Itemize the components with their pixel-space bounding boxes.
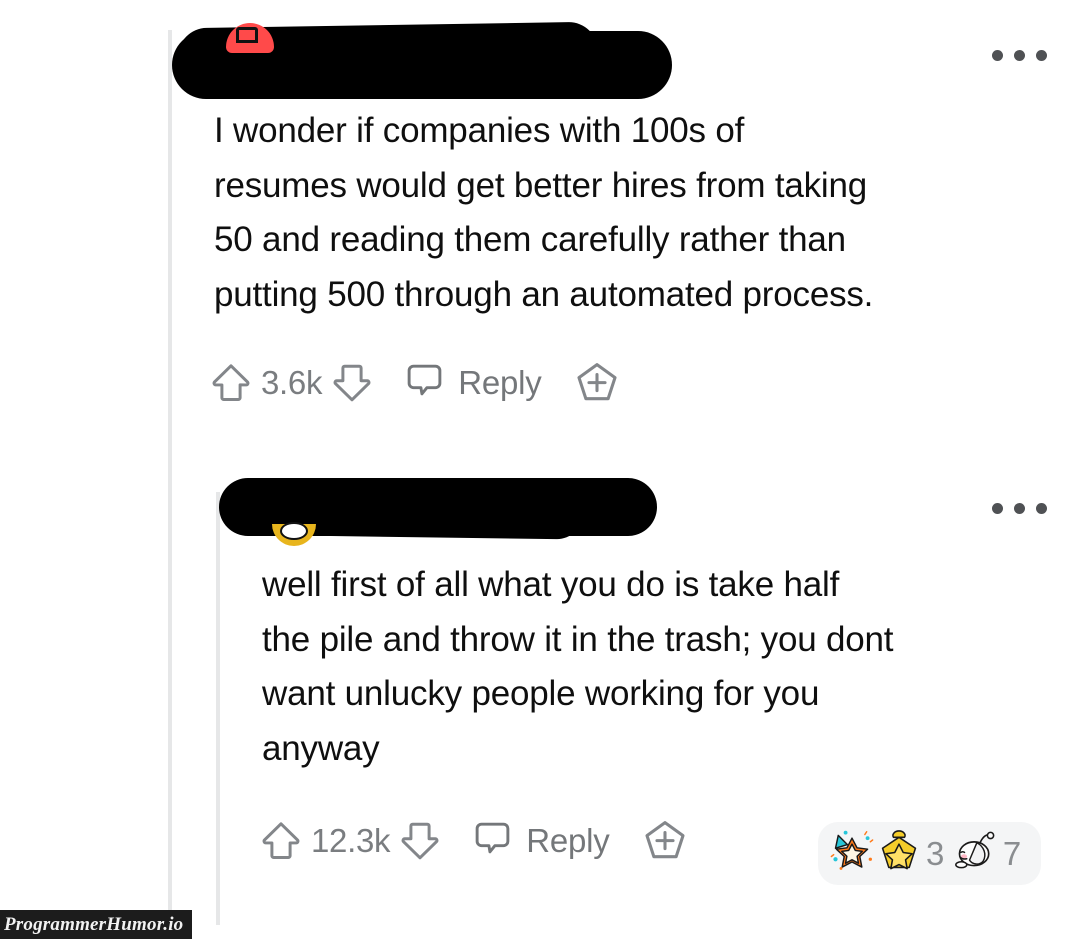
vote-group-1: 3.6k [210, 360, 373, 406]
upvote-arrow-icon[interactable] [210, 360, 252, 406]
reply-label-1: Reply [458, 364, 542, 401]
comment-score-2: 12.3k [311, 822, 391, 859]
watermark: ProgrammerHumor.io [0, 910, 193, 939]
vote-group-2: 12.3k [260, 818, 441, 864]
thread-line-inner[interactable] [216, 492, 220, 925]
downvote-arrow-icon[interactable] [331, 360, 373, 406]
reply-label-2: Reply [526, 822, 610, 859]
avatar-hat-brim [236, 27, 258, 43]
avatar-fragment-comment-2 [272, 522, 316, 546]
dot-icon [992, 503, 1003, 514]
avatar-shape [280, 522, 308, 540]
comment-body-1: I wonder if companies with 100s of resum… [214, 111, 874, 314]
reply-button-2[interactable]: Reply [472, 818, 610, 864]
dot-icon [1036, 503, 1047, 514]
overflow-menu-comment-1[interactable] [988, 44, 1051, 67]
comment-bubble-icon [472, 818, 513, 864]
comment-actions-2: 12.3k Reply [260, 818, 688, 864]
dot-icon [1014, 50, 1025, 61]
gold-star-medal-award-icon [878, 829, 920, 878]
comment-thread-screenshot: I wonder if companies with 100s of resum… [0, 0, 1080, 939]
award-count-1: 7 [1002, 834, 1021, 872]
downvote-arrow-icon[interactable] [399, 818, 441, 864]
comment-body-2: well first of all what you do is take ha… [262, 565, 894, 768]
award-plus-pentagon-icon-1[interactable] [574, 360, 620, 406]
reply-button-1[interactable]: Reply [404, 360, 542, 406]
award-count-0: 3 [926, 834, 944, 872]
dot-icon [1014, 503, 1025, 514]
comment-bubble-icon [404, 360, 445, 406]
comment-score-1: 3.6k [261, 364, 323, 401]
dot-icon [992, 50, 1003, 61]
starstruck-award-icon [830, 829, 874, 878]
snoo-white-award-icon [953, 830, 997, 877]
award-plus-pentagon-icon-2[interactable] [642, 818, 688, 864]
overflow-menu-comment-2[interactable] [988, 497, 1051, 520]
thread-line-outer[interactable] [168, 30, 172, 925]
dot-icon [1036, 50, 1047, 61]
awards-pill[interactable]: 3 7 [818, 822, 1041, 885]
upvote-arrow-icon[interactable] [260, 818, 302, 864]
comment-actions-1: 3.6k Reply [210, 360, 620, 406]
